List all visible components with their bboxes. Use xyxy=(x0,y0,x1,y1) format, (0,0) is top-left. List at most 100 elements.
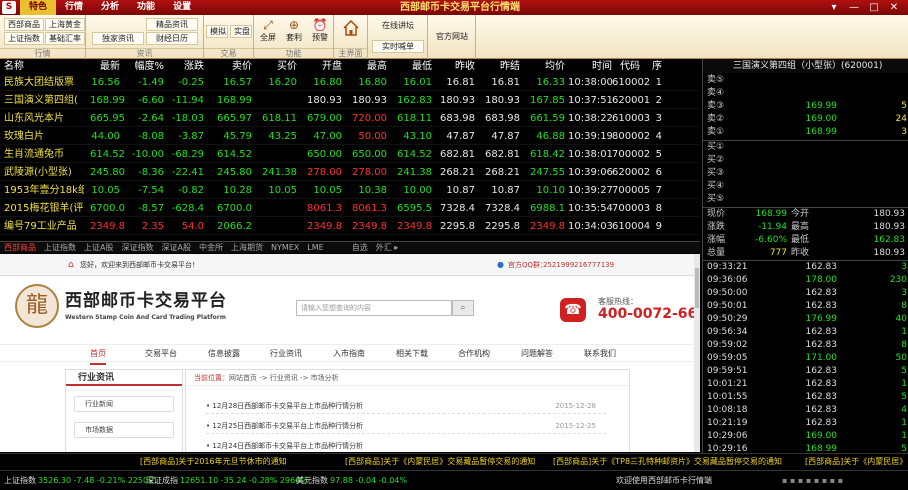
cell-name[interactable]: 生肖流通兔币 xyxy=(4,146,84,163)
news-item[interactable]: • 12月25日西部邮币卡交易平台上市品种行情分析 2015-12-25 xyxy=(206,418,606,434)
realtime-call-button[interactable]: 实时喊单 xyxy=(372,40,424,53)
bid-level[interactable]: 买④ xyxy=(707,180,907,193)
alert-button[interactable]: ⏰ 预警 xyxy=(308,18,332,48)
bid-level[interactable]: 买⑤ xyxy=(707,193,907,206)
table-row[interactable]: 编号79工业产品 2349.8 2.35 54.0 2066.2 2349.8 2349.8… xyxy=(0,218,700,235)
site-brand[interactable]: 龍 西部邮币卡交易平台 Western Stamp Coin And Card … xyxy=(15,282,315,330)
ask-level[interactable]: 卖② 169.00 24 xyxy=(707,113,907,126)
col-header-low[interactable]: 最低 xyxy=(390,59,432,74)
ask-level[interactable]: 卖③ 169.99 5 xyxy=(707,100,907,113)
tab-watchlist[interactable]: 自选 xyxy=(348,242,372,253)
col-header-high[interactable]: 最高 xyxy=(345,59,387,74)
tab-cffex[interactable]: 中金所 xyxy=(195,242,227,253)
news-item[interactable]: • 12月28日西部邮币卡交易平台上市品种行情分析 2015-12-28 xyxy=(206,398,606,414)
ask-level[interactable]: 卖⑤ xyxy=(707,74,907,87)
fullscreen-button[interactable]: ⤢ 全屏 xyxy=(256,18,280,48)
col-header-bid[interactable]: 买价 xyxy=(255,59,297,74)
col-header-pct[interactable]: 幅度% xyxy=(130,59,164,74)
search-icon[interactable]: ⌕ xyxy=(452,300,474,316)
ticker-item[interactable]: [西部商品]关于2016年元旦节休市的通知 xyxy=(140,454,287,469)
nav-industry[interactable]: 行业资讯 xyxy=(270,345,302,363)
menu-item-quotes[interactable]: 行情 xyxy=(56,0,92,15)
cell-name[interactable]: 编号79工业产品 xyxy=(4,218,84,235)
nav-partners[interactable]: 合作机构 xyxy=(458,345,490,363)
bid-level[interactable]: 买① xyxy=(707,141,907,154)
tab-lme[interactable]: LME xyxy=(303,242,327,253)
tab-shfe[interactable]: 上海期货 xyxy=(227,242,267,253)
exclusive-news-button[interactable]: 独家资讯 xyxy=(92,32,144,45)
table-row[interactable]: 民族大团结版票 16.56 -1.49 -0.25 16.57 16.20 16.80 16.… xyxy=(0,74,700,91)
tab-sse-index[interactable]: 上证指数 xyxy=(40,242,80,253)
sidebar-item-industry-news[interactable]: 行业新闻 xyxy=(74,396,174,412)
maximize-icon[interactable]: □ xyxy=(864,0,884,15)
cell-name[interactable]: 玫瑰白片 xyxy=(4,128,84,145)
col-header-last[interactable]: 最新 xyxy=(90,59,120,74)
status-usd-label[interactable]: 美元指数 xyxy=(296,471,328,490)
base-rate-button[interactable]: 基础汇率 xyxy=(45,32,85,45)
ask-level[interactable]: 卖④ xyxy=(707,87,907,100)
real-trade-button[interactable]: 实盘 xyxy=(230,25,252,38)
table-row[interactable]: 2015梅花银羊(评 6700.0 -8.57 -628.4 6700.0 8061.3 8… xyxy=(0,200,700,217)
col-header-settle[interactable]: 昨结 xyxy=(480,59,520,74)
col-header-open[interactable]: 开盘 xyxy=(300,59,342,74)
cell-name[interactable]: 山东风光本片 xyxy=(4,110,84,127)
official-site-button[interactable]: 官方网站 xyxy=(431,31,473,42)
table-row[interactable]: 1953年壹分18k纸 10.05 -7.54 -0.82 10.28 10.05 10.0… xyxy=(0,182,700,199)
nav-trading[interactable]: 交易平台 xyxy=(145,345,177,363)
tab-nymex[interactable]: NYMEX xyxy=(267,242,303,253)
tab-west-commodity[interactable]: 西部商品 xyxy=(0,242,40,253)
premium-news-button[interactable]: 精品资讯 xyxy=(146,18,198,31)
ask-level[interactable]: 卖① 168.99 3 xyxy=(707,126,907,139)
col-header-time[interactable]: 时间 xyxy=(578,59,612,74)
nav-disclosure[interactable]: 信息披露 xyxy=(208,345,240,363)
col-header-code[interactable]: 代码 xyxy=(612,59,640,74)
nav-contact[interactable]: 联系我们 xyxy=(584,345,616,363)
menu-item-features[interactable]: 特色 xyxy=(20,0,57,15)
tab-szse-a[interactable]: 深证A股 xyxy=(157,242,194,253)
table-row[interactable]: 武陵源(小型张) 245.80 -8.36 -22.41 245.80 241.38 278… xyxy=(0,164,700,181)
arbitrage-button[interactable]: ⊕ 套利 xyxy=(282,18,306,48)
col-header-avg[interactable]: 均价 xyxy=(525,59,565,74)
home-group[interactable]: 主界面 xyxy=(334,15,368,59)
dropdown-icon[interactable]: ▾ xyxy=(824,0,844,15)
bid-level[interactable]: 买② xyxy=(707,154,907,167)
online-lecture-button[interactable]: 在线讲坛 xyxy=(372,20,424,31)
cell-name[interactable]: 武陵源(小型张) xyxy=(4,164,84,181)
shanghai-gold-button[interactable]: 上海黄金 xyxy=(45,18,85,31)
cell-name[interactable]: 2015梅花银羊(评 xyxy=(4,200,84,217)
col-header-chg[interactable]: 涨跌 xyxy=(170,59,204,74)
col-header-name[interactable]: 名称 xyxy=(4,59,24,74)
ticker-item[interactable]: [西部商品]关于《内蒙民居》交易藏品暂停交易的通知 xyxy=(345,454,535,469)
scrollbar-thumb[interactable] xyxy=(695,268,699,308)
table-row[interactable]: 三国演义第四组(168.99 -6.60 -11.94 168.99 180.93 180… xyxy=(0,92,700,109)
menu-item-functions[interactable]: 功能 xyxy=(128,0,164,15)
close-icon[interactable]: ✕ xyxy=(884,0,904,15)
ticker-item[interactable]: [西部商品]关于《内蒙民居》 xyxy=(805,454,907,469)
ticker-item[interactable]: [西部商品]关于《TP8三孔特种邮资片》交易藏品暂停交易的通知 xyxy=(553,454,782,469)
cell-name[interactable]: 民族大团结版票 xyxy=(4,74,84,91)
tab-szse-index[interactable]: 深证指数 xyxy=(117,242,157,253)
west-commodity-button[interactable]: 西部商品 xyxy=(4,18,44,31)
bid-level[interactable]: 买③ xyxy=(707,167,907,180)
sse-index-button[interactable]: 上证指数 xyxy=(4,32,44,45)
sidebar-item-market-data[interactable]: 市场数据 xyxy=(74,422,174,438)
col-header-seq[interactable]: 序 xyxy=(652,59,662,74)
menu-item-analysis[interactable]: 分析 xyxy=(92,0,128,15)
col-header-ask[interactable]: 卖价 xyxy=(210,59,252,74)
nav-faq[interactable]: 问题解答 xyxy=(521,345,553,363)
col-header-close[interactable]: 昨收 xyxy=(435,59,475,74)
news-item[interactable]: • 12月24日西部邮币卡交易平台上市品种行情分析 xyxy=(206,438,606,452)
website-scrollbar[interactable] xyxy=(694,254,700,452)
minimize-icon[interactable]: — xyxy=(844,0,864,15)
status-sse-label[interactable]: 上证指数 xyxy=(4,471,36,490)
status-szse-label[interactable]: 深证成指 xyxy=(146,471,178,490)
nav-download[interactable]: 相关下载 xyxy=(396,345,428,363)
home-icon[interactable] xyxy=(342,19,360,37)
nav-home[interactable]: 首页 xyxy=(90,345,106,365)
table-row[interactable]: 玫瑰白片 44.00 -8.08 -3.87 45.79 43.25 47.00 50.00 4… xyxy=(0,128,700,145)
cell-name[interactable]: 三国演义第四组( xyxy=(4,92,84,109)
menu-item-settings[interactable]: 设置 xyxy=(164,0,200,15)
tab-sse-a[interactable]: 上证A股 xyxy=(80,242,117,253)
finance-calendar-button[interactable]: 财经日历 xyxy=(146,32,198,45)
site-search-input[interactable]: 请输入您想查询的内容 xyxy=(296,300,452,316)
